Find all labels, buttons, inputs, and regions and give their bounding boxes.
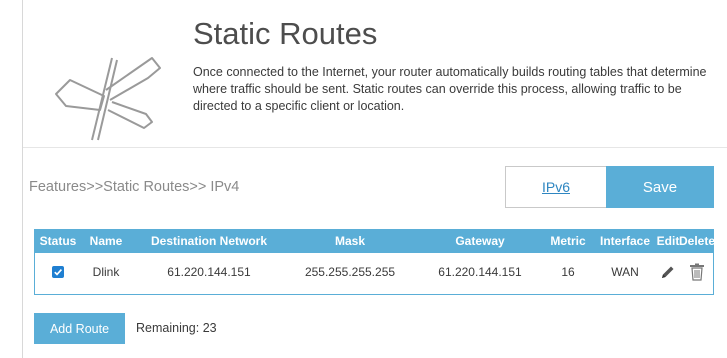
page-title: Static Routes <box>193 16 378 51</box>
route-name: Dlink <box>92 265 120 279</box>
remaining-count: Remaining: 23 <box>136 321 217 335</box>
route-gateway: 61.220.144.151 <box>438 265 522 279</box>
table-header: Status Name Destination Network Mask Gat… <box>34 229 716 253</box>
route-mask: 255.255.255.255 <box>304 265 396 279</box>
route-metric: 16 <box>561 265 575 279</box>
header-divider <box>23 147 727 148</box>
status-cell <box>34 258 82 286</box>
route-interface: WAN <box>611 265 639 279</box>
ipv6-link[interactable]: IPv6 <box>542 179 570 195</box>
page-description: Once connected to the Internet, your rou… <box>193 65 707 113</box>
signpost-icon <box>55 57 161 141</box>
delete-button[interactable] <box>680 258 714 286</box>
col-header-mask: Mask <box>334 234 366 248</box>
route-destination: 61.220.144.151 <box>167 265 251 279</box>
col-header-metric: Metric <box>550 234 586 248</box>
col-header-edit: Edit <box>656 234 680 248</box>
add-route-button[interactable]: Add Route <box>34 313 125 344</box>
col-header-gateway: Gateway <box>455 234 505 248</box>
trash-icon <box>690 263 704 281</box>
col-header-delete: Delete <box>678 234 716 248</box>
tab-ipv6[interactable]: IPv6 <box>505 166 606 208</box>
col-header-interface: Interface <box>599 234 651 248</box>
table-row: Dlink 61.220.144.151 255.255.255.255 61.… <box>34 258 714 286</box>
breadcrumb: Features>>Static Routes>> IPv4 <box>29 179 240 195</box>
pencil-icon <box>662 266 674 278</box>
col-header-status: Status <box>39 234 77 248</box>
check-icon <box>54 269 63 276</box>
edit-button[interactable] <box>656 258 680 286</box>
col-header-name: Name <box>89 234 123 248</box>
save-button[interactable]: Save <box>606 166 714 208</box>
col-header-destination: Destination Network <box>150 234 267 248</box>
status-checkbox[interactable] <box>52 266 64 278</box>
